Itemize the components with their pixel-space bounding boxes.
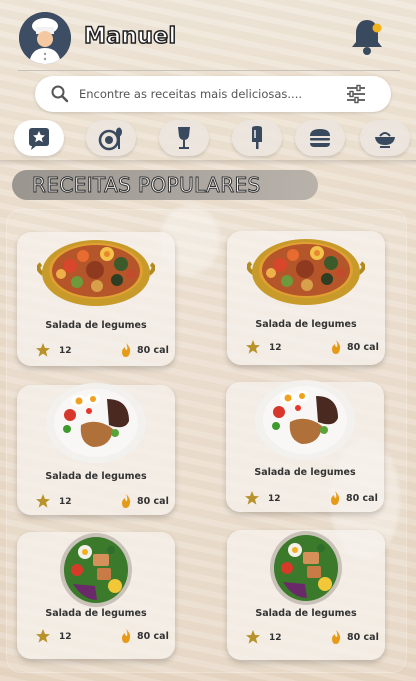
wine-glass-icon <box>178 127 190 149</box>
category-burgers[interactable] <box>295 120 345 156</box>
star-icon <box>245 491 259 505</box>
salad-plate-image <box>46 383 146 463</box>
recipe-rating: 12 <box>269 633 282 643</box>
flame-icon <box>332 630 341 644</box>
username: Manuel <box>83 23 177 50</box>
recipe-meta: 12 80 cal <box>17 493 175 511</box>
recipe-meta: 12 80 cal <box>17 342 175 360</box>
paella-pan-image <box>247 239 365 305</box>
recipe-name: Salada de legumes <box>255 319 357 330</box>
section-title: RECEITAS POPULARES <box>12 170 318 200</box>
search-bar <box>35 76 391 112</box>
recipe-calories: 80 cal <box>137 496 169 507</box>
star-badge-icon <box>29 128 49 150</box>
star-icon <box>246 630 260 644</box>
recipe-rating: 12 <box>269 343 282 353</box>
category-desserts[interactable] <box>360 120 410 156</box>
recipe-meta: 12 80 cal <box>227 629 385 647</box>
search-input[interactable] <box>79 82 339 106</box>
category-bar <box>0 117 416 159</box>
recipe-meta: 12 80 cal <box>17 628 175 646</box>
recipe-name: Salada de legumes <box>255 608 357 619</box>
recipe-name: Salada de legumes <box>45 320 147 331</box>
recipe-name: Salada de legumes <box>45 608 147 619</box>
star-icon <box>36 629 50 643</box>
paella-pan-image <box>37 240 155 306</box>
star-icon <box>36 494 50 508</box>
recipe-calories: 80 cal <box>347 342 379 353</box>
recipe-calories: 80 cal <box>137 345 169 356</box>
flame-icon <box>331 491 340 505</box>
header-divider <box>18 70 400 71</box>
app-header: Manuel <box>0 0 416 71</box>
recipe-name: Salada de legumes <box>254 467 356 478</box>
category-drinks[interactable] <box>159 120 209 156</box>
poke-bowl-image <box>60 533 132 607</box>
recipe-card[interactable]: Salada de legumes 12 80 cal <box>17 232 175 366</box>
recipe-calories: 80 cal <box>347 632 379 643</box>
recipe-card[interactable]: Salada de legumes 12 80 cal <box>17 532 175 659</box>
filter-sliders-icon[interactable] <box>345 84 367 104</box>
recipe-card[interactable]: Salada de legumes 12 80 cal <box>227 530 385 660</box>
notification-bell-icon[interactable] <box>350 16 384 56</box>
star-icon <box>36 343 50 357</box>
category-dishes[interactable] <box>86 120 136 156</box>
category-bar-shadow <box>0 160 416 166</box>
recipe-card[interactable]: Salada de legumes 12 80 cal <box>17 383 175 515</box>
recipe-rating: 12 <box>268 494 281 504</box>
avatar[interactable] <box>19 12 71 64</box>
recipe-rating: 12 <box>59 497 72 507</box>
category-favorites[interactable] <box>14 120 64 156</box>
poke-bowl-image <box>270 531 342 605</box>
recipe-calories: 80 cal <box>137 631 169 642</box>
flame-icon <box>122 629 131 643</box>
salad-plate-image <box>255 380 355 460</box>
recipe-card[interactable]: Salada de legumes 12 80 cal <box>226 380 384 512</box>
chef-avatar-icon <box>19 12 71 64</box>
recipe-name: Salada de legumes <box>45 471 147 482</box>
plate-spoon-icon <box>98 127 122 151</box>
flame-icon <box>122 494 131 508</box>
star-icon <box>246 340 260 354</box>
category-ice-cream[interactable] <box>232 120 282 156</box>
recipe-meta: 12 80 cal <box>226 490 384 508</box>
recipe-meta: 12 80 cal <box>227 339 385 357</box>
recipe-rating: 12 <box>59 346 72 356</box>
burger-icon <box>310 129 330 147</box>
flame-icon <box>122 343 131 357</box>
recipe-rating: 12 <box>59 632 72 642</box>
recipe-card[interactable]: Salada de legumes 12 80 cal <box>227 231 385 365</box>
recipe-calories: 80 cal <box>346 493 378 504</box>
search-icon[interactable] <box>51 85 69 103</box>
popsicle-icon <box>252 126 262 149</box>
bowl-icon <box>375 132 395 148</box>
flame-icon <box>332 340 341 354</box>
